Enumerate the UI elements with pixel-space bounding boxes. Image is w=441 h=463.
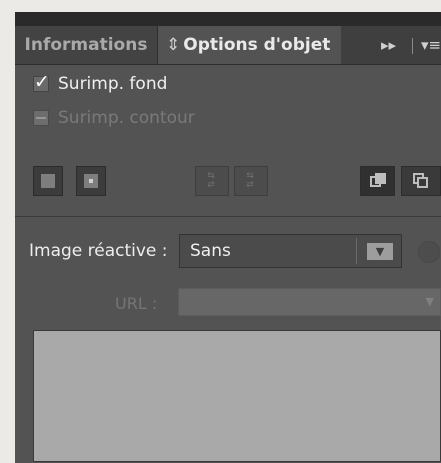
vertical-arrows-button[interactable]: ⇆ ⇄	[234, 166, 268, 196]
overprint-stroke-label: Surimp. contour	[58, 108, 195, 128]
url-label: URL :	[115, 294, 158, 313]
front-overlap-icon-top	[375, 173, 386, 184]
tab-informations[interactable]: Informations	[15, 26, 158, 64]
url-dropdown-arrow-icon[interactable]: ▼	[426, 295, 434, 308]
updown-arrows-icon: ⇕	[166, 35, 181, 55]
url-select[interactable]: ▼	[178, 288, 441, 316]
centered-shape-button-icon	[84, 174, 98, 188]
overprint-fill-label: Surimp. fond	[58, 74, 168, 94]
horizontal-arrows-icon: ⇆ ⇄	[207, 171, 215, 190]
image-reactive-label: Image réactive :	[29, 241, 168, 261]
overprint-fill-checkbox[interactable]	[33, 71, 50, 93]
shape-button[interactable]	[33, 166, 63, 196]
overprint-stroke-row[interactable]: Surimp. contour	[33, 106, 195, 130]
expand-panels-icon[interactable]: ▸▸	[381, 26, 396, 64]
back-overlap-icon-top	[417, 177, 428, 188]
shape-button-icon	[41, 174, 55, 188]
panel-menu-icon[interactable]: ▾≡	[421, 26, 441, 64]
select-divider	[356, 238, 357, 264]
globe-icon[interactable]	[418, 241, 440, 263]
tab-bar-separator	[412, 38, 413, 54]
back-overlap-button[interactable]	[401, 166, 441, 196]
tab-bar: Informations ⇕ Options d'objet ▸▸ ▾≡	[15, 26, 441, 65]
section-divider	[15, 216, 441, 217]
front-overlap-button[interactable]	[360, 166, 395, 196]
vertical-arrows-icon: ⇆ ⇄	[246, 171, 254, 190]
centered-shape-button[interactable]	[76, 166, 106, 196]
image-reactive-select[interactable]: Sans ▼	[179, 234, 402, 268]
image-reactive-value: Sans	[190, 241, 231, 261]
dropdown-arrow-icon[interactable]: ▼	[367, 243, 393, 260]
overprint-fill-row[interactable]: Surimp. fond	[33, 71, 168, 96]
description-textarea[interactable]	[33, 330, 441, 462]
overprint-stroke-checkbox[interactable]	[33, 110, 49, 126]
tab-object-options-label: Options d'objet	[183, 35, 331, 55]
tab-object-options[interactable]: ⇕ Options d'objet	[158, 26, 341, 64]
object-options-panel: Informations ⇕Options d'objet ▸▸ ▾≡ Suri…	[15, 12, 441, 463]
panel-top-strip	[15, 12, 441, 26]
horizontal-arrows-button[interactable]: ⇆ ⇄	[195, 166, 229, 196]
